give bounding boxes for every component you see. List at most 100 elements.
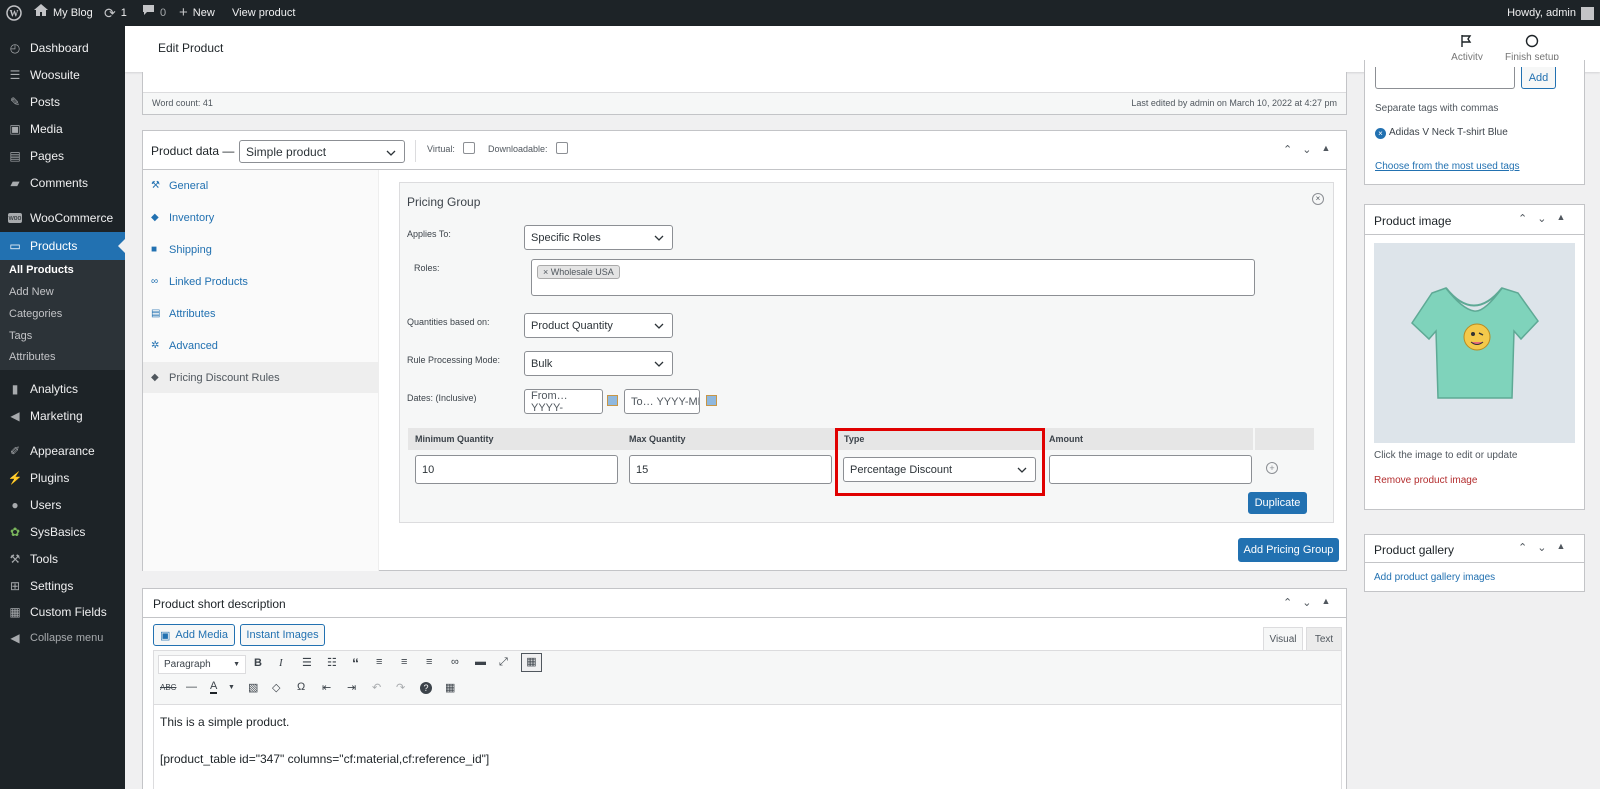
sidebar-item-sysbasics[interactable]: ✿ SysBasics — [0, 519, 125, 545]
duplicate-button[interactable]: Duplicate — [1248, 492, 1307, 514]
most-used-tags-link[interactable]: Choose from the most used tags — [1375, 161, 1520, 172]
wordpress-logo-icon[interactable]: W — [6, 0, 22, 26]
sidebar-item-custom-fields[interactable]: ▦ Custom Fields — [0, 599, 125, 625]
sidebar-item-analytics[interactable]: ▮ Analytics — [0, 376, 125, 402]
instant-images-button[interactable]: Instant Images — [240, 624, 325, 646]
read-more-icon[interactable]: ▬ — [475, 656, 486, 668]
move-down-icon[interactable]: ⌄ — [1537, 212, 1546, 225]
sidebar-item-woosuite[interactable]: ☰ Woosuite — [0, 62, 125, 88]
submenu-categories[interactable]: Categories — [9, 308, 62, 320]
align-left-icon[interactable]: ≡ — [376, 656, 382, 668]
tab-general[interactable]: ⚒ General — [143, 170, 379, 201]
remove-tag-icon[interactable]: × — [1375, 128, 1386, 139]
horizontal-line-icon[interactable]: — — [186, 681, 197, 693]
add-row-icon[interactable]: + — [1266, 462, 1278, 474]
updates-link[interactable]: ⟳ 1 — [104, 0, 127, 26]
move-down-icon[interactable]: ⌄ — [1537, 541, 1546, 554]
editor-content[interactable]: This is a simple product. [product_table… — [153, 705, 1342, 789]
clear-formatting-icon[interactable]: ◇ — [272, 681, 280, 694]
sidebar-item-posts[interactable]: ✎ Posts — [0, 89, 125, 115]
date-to-input[interactable]: To… YYYY-MM — [624, 389, 700, 414]
format-select[interactable]: Paragraph ▼ — [158, 655, 246, 674]
toggle-panel-icon[interactable]: ▲ — [1556, 541, 1565, 554]
discount-type-select[interactable]: Percentage Discount — [843, 457, 1036, 482]
submenu-attributes[interactable]: Attributes — [9, 351, 55, 363]
role-chip[interactable]: × Wholesale USA — [537, 265, 620, 279]
italic-icon[interactable]: I — [279, 657, 283, 669]
toggle-panel-icon[interactable]: ▲ — [1556, 212, 1565, 225]
product-image[interactable] — [1374, 243, 1575, 443]
sidebar-item-marketing[interactable]: ◀ Marketing — [0, 403, 125, 429]
sidebar-item-plugins[interactable]: ⚡ Plugins — [0, 465, 125, 491]
toggle-panel-icon[interactable]: ▲ — [1321, 596, 1330, 609]
sidebar-item-appearance[interactable]: ✐ Appearance — [0, 438, 125, 464]
rule-mode-select[interactable]: Bulk — [524, 351, 673, 376]
tab-advanced[interactable]: ✲ Advanced — [143, 330, 379, 361]
help-icon[interactable]: ? — [420, 682, 432, 694]
sidebar-item-media[interactable]: ▣ Media — [0, 116, 125, 142]
paste-text-icon[interactable]: ▧ — [248, 681, 258, 694]
add-tag-button[interactable]: Add — [1521, 67, 1556, 89]
remove-product-image-link[interactable]: Remove product image — [1374, 475, 1477, 486]
sidebar-item-settings[interactable]: ⊞ Settings — [0, 573, 125, 599]
roles-multiselect[interactable]: × Wholesale USA — [531, 259, 1255, 296]
sidebar-item-products[interactable]: ▭ Products — [0, 232, 125, 260]
align-center-icon[interactable]: ≡ — [401, 656, 407, 668]
amount-input[interactable] — [1049, 455, 1252, 484]
align-right-icon[interactable]: ≡ — [426, 656, 432, 668]
blockquote-icon[interactable]: “ — [352, 655, 359, 671]
outdent-icon[interactable]: ⇤ — [322, 681, 331, 694]
bold-icon[interactable]: B — [254, 657, 262, 669]
remove-group-icon[interactable]: × — [1312, 193, 1324, 205]
sidebar-item-dashboard[interactable]: ◴ Dashboard — [0, 35, 125, 61]
toggle-panel-icon[interactable]: ▲ — [1321, 143, 1330, 156]
view-product-link[interactable]: View product — [232, 0, 295, 26]
tab-visual[interactable]: Visual — [1263, 627, 1303, 650]
move-down-icon[interactable]: ⌄ — [1302, 143, 1311, 156]
calendar-icon[interactable] — [706, 395, 717, 406]
submenu-add-new[interactable]: Add New — [9, 286, 54, 298]
tab-linked-products[interactable]: ∞ Linked Products — [143, 266, 379, 297]
comments-link[interactable]: 0 — [142, 0, 166, 26]
sidebar-item-users[interactable]: ● Users — [0, 492, 125, 518]
site-name-link[interactable]: My Blog — [34, 0, 93, 26]
move-up-icon[interactable]: ⌃ — [1283, 143, 1292, 156]
quantities-select[interactable]: Product Quantity — [524, 313, 673, 338]
move-down-icon[interactable]: ⌄ — [1302, 596, 1311, 609]
applies-to-select[interactable]: Specific Roles — [524, 225, 673, 250]
min-quantity-input[interactable]: 10 — [415, 455, 618, 484]
toolbar-toggle-icon[interactable]: ▦ — [521, 653, 542, 672]
tab-attributes[interactable]: ▤ Attributes — [143, 298, 379, 329]
add-gallery-images-link[interactable]: Add product gallery images — [1374, 572, 1495, 583]
finish-setup-button[interactable]: Finish setup — [1500, 34, 1564, 63]
activity-button[interactable]: Activity — [1447, 34, 1487, 63]
fullscreen-icon[interactable]: ⤢ — [499, 656, 508, 669]
move-up-icon[interactable]: ⌃ — [1518, 541, 1527, 554]
indent-icon[interactable]: ⇥ — [347, 681, 356, 694]
virtual-checkbox[interactable] — [463, 142, 475, 154]
add-pricing-group-button[interactable]: Add Pricing Group — [1238, 538, 1339, 562]
product-type-select[interactable]: Simple product — [239, 140, 405, 163]
tab-text[interactable]: Text — [1306, 627, 1342, 650]
sidebar-item-woocommerce[interactable]: woo WooCommerce — [0, 205, 125, 231]
max-quantity-input[interactable]: 15 — [629, 455, 832, 484]
collapse-menu-button[interactable]: ◀ Collapse menu — [0, 625, 125, 651]
new-tag-input[interactable] — [1375, 67, 1515, 89]
new-content-link[interactable]: + New — [179, 0, 215, 26]
special-character-icon[interactable]: Ω — [297, 681, 305, 693]
redo-icon[interactable]: ↷ — [396, 681, 405, 694]
link-icon[interactable]: ∞ — [451, 656, 459, 668]
tab-inventory[interactable]: ◆ Inventory — [143, 202, 379, 233]
table-icon[interactable]: ▦ — [445, 681, 455, 694]
sidebar-item-pages[interactable]: ▤ Pages — [0, 143, 125, 169]
tab-shipping[interactable]: ■ Shipping — [143, 234, 379, 265]
submenu-tags[interactable]: Tags — [9, 330, 32, 342]
numbered-list-icon[interactable]: ☷ — [327, 656, 337, 669]
move-up-icon[interactable]: ⌃ — [1283, 596, 1292, 609]
calendar-icon[interactable] — [607, 395, 618, 406]
sidebar-item-tools[interactable]: ⚒ Tools — [0, 546, 125, 572]
sidebar-item-comments[interactable]: ▰ Comments — [0, 170, 125, 196]
tab-pricing-discount-rules[interactable]: ◆ Pricing Discount Rules — [143, 362, 379, 393]
add-media-button[interactable]: ▣ Add Media — [153, 624, 235, 646]
downloadable-checkbox[interactable] — [556, 142, 568, 154]
